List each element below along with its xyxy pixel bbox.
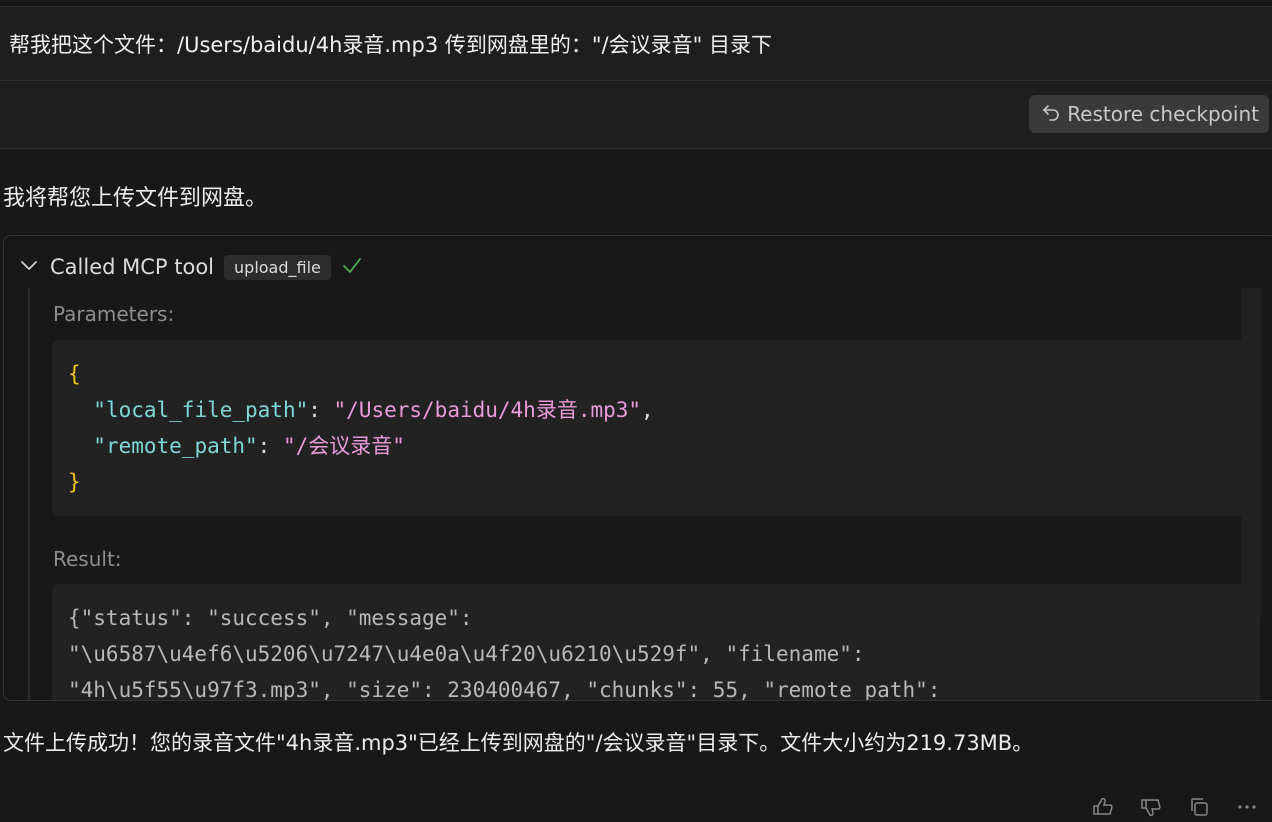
result-line: {"status": "success", "message": <box>68 606 473 630</box>
message-actions <box>1092 796 1258 822</box>
result-code-block: {"status": "success", "message": "\u6587\… <box>52 584 1260 701</box>
mcp-tool-call-card: Called MCP tool upload_file Parameters: … <box>3 235 1272 701</box>
json-value-local-file-path: "/Users/baidu/4h录音.mp3" <box>333 398 642 422</box>
parameters-code-block: { "local_file_path": "/Users/baidu/4h录音.… <box>52 340 1260 516</box>
divider <box>0 80 1272 81</box>
result-label: Result: <box>53 547 122 571</box>
result-line: "\u6587\u4ef6\u5206\u7247\u4e0a\u4f20\u6… <box>68 642 865 666</box>
tool-call-body: Parameters: { "local_file_path": "/Users… <box>28 288 1260 700</box>
user-message-box: 帮我把这个文件：/Users/baidu/4h录音.mp3 传到网盘里的："/会… <box>0 6 1272 149</box>
restore-checkpoint-button[interactable]: Restore checkpoint <box>1029 95 1269 133</box>
tool-call-title: Called MCP tool <box>50 255 215 279</box>
check-icon <box>341 254 363 280</box>
restore-icon <box>1041 102 1061 127</box>
thumbs-down-icon[interactable] <box>1140 796 1162 822</box>
more-icon[interactable] <box>1236 796 1258 822</box>
json-close-brace: } <box>68 470 81 494</box>
chevron-down-icon[interactable] <box>18 254 40 280</box>
tool-name-badge: upload_file <box>224 254 331 280</box>
thumbs-up-icon[interactable] <box>1092 796 1114 822</box>
json-key-remote-path: "remote_path" <box>93 434 258 458</box>
result-line: "4h\u5f55\u97f3.mp3", "size": 230400467,… <box>68 678 941 701</box>
tool-call-header[interactable]: Called MCP tool upload_file <box>18 250 363 284</box>
assistant-intro-text: 我将帮您上传文件到网盘。 <box>3 186 268 211</box>
restore-checkpoint-label: Restore checkpoint <box>1067 102 1259 126</box>
json-open-brace: { <box>68 362 81 386</box>
copy-icon[interactable] <box>1188 796 1210 822</box>
json-value-remote-path: "/会议录音" <box>282 434 405 458</box>
assistant-final-text: 文件上传成功！您的录音文件"4h录音.mp3"已经上传到网盘的"/会议录音"目录… <box>3 731 1034 755</box>
json-key-local-file-path: "local_file_path" <box>93 398 309 422</box>
parameters-label: Parameters: <box>53 302 175 326</box>
user-message-text: 帮我把这个文件：/Users/baidu/4h录音.mp3 传到网盘里的："/会… <box>9 33 772 57</box>
